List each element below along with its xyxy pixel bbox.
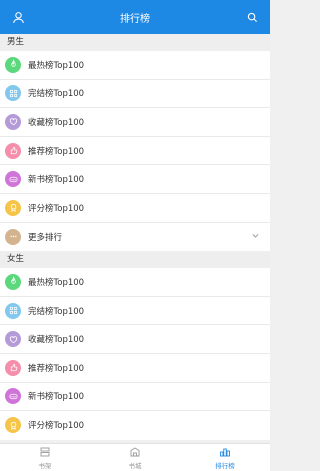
ranking-list-item[interactable]: 推荐榜Top100 [0,353,270,383]
heart-icon [5,331,21,348]
ranking-item-label: 评分榜Top100 [28,203,85,214]
ranking-item-label: 收藏榜Top100 [28,117,85,128]
medal-icon [5,417,21,434]
tab-bookstore[interactable]: 书城 [90,444,180,471]
more-icon [5,228,21,245]
ranking-item-label: 完结榜Top100 [28,89,85,100]
bookshelf-icon [39,446,51,459]
ranking-item-label: 推荐榜Top100 [28,146,85,157]
section-label: 男生 [0,34,270,51]
heart-icon [5,113,21,130]
thumbs-up-icon [5,359,21,376]
ranking-content: 男生最热榜Top100 完结榜Top100 收藏榜Top100 推荐榜Top100 ne… [0,34,270,440]
ranking-list-item[interactable]: new 新书榜Top100 [0,382,270,412]
flame-icon [5,273,21,290]
ranking-list-item[interactable]: 推荐榜Top100 [0,136,270,166]
flame-icon [5,56,21,73]
ranking-list-item[interactable]: 收藏榜Top100 [0,325,270,354]
tab-label: 书架 [38,461,52,470]
ranking-item-label: 最热榜Top100 [28,277,85,288]
ranking-list-item[interactable]: 最热榜Top100 [0,51,270,80]
grid-icon [5,302,21,319]
ranking-list-item[interactable]: 收藏榜Top100 [0,108,270,137]
ranking-list-item[interactable]: 最热榜Top100 [0,268,270,297]
bookstore-icon [129,446,141,459]
ranking-list-item[interactable]: 更多排行 [0,222,270,252]
thumbs-up-icon [5,142,21,159]
ranking-list-item[interactable]: 评分榜Top100 [0,411,270,440]
ranking-item-label: 收藏榜Top100 [28,335,85,346]
ranking-list-item[interactable]: 评分榜Top100 [0,193,270,223]
ranking-list-item[interactable]: 完结榜Top100 [0,79,270,109]
tab-label: 排行榜 [215,461,235,470]
ranking-icon [219,446,231,459]
section-label: 女生 [0,251,270,269]
ranking-list-item[interactable]: new 新书榜Top100 [0,165,270,194]
svg-text:new: new [10,394,16,398]
ranking-item-label: 更多排行 [28,232,63,243]
ranking-item-label: 完结榜Top100 [28,306,85,317]
bottom-tab-bar: 书架 书城 排行榜 [0,443,270,471]
tab-ranking[interactable]: 排行榜 [180,444,270,471]
search-icon[interactable] [243,8,261,26]
new-icon: new [5,171,21,188]
ranking-item-label: 评分榜Top100 [28,421,85,432]
page-title: 排行榜 [120,13,150,25]
ranking-item-label: 新书榜Top100 [28,392,85,403]
grid-icon [5,85,21,102]
tab-label: 书城 [128,461,142,470]
ranking-item-label: 最热榜Top100 [28,60,85,71]
ranking-list: 最热榜Top100 完结榜Top100 收藏榜Top100 推荐榜Top100 new 新… [0,268,270,440]
new-icon: new [5,388,21,405]
svg-text:new: new [10,177,16,181]
medal-icon [5,199,21,216]
user-icon[interactable] [9,8,27,26]
ranking-item-label: 新书榜Top100 [28,175,85,186]
app-header: 排行榜 [0,0,270,34]
tab-bookshelf[interactable]: 书架 [0,444,90,471]
ranking-list: 最热榜Top100 完结榜Top100 收藏榜Top100 推荐榜Top100 new 新… [0,51,270,252]
ranking-list-item[interactable]: 完结榜Top100 [0,296,270,326]
chevron-down-icon[interactable] [251,231,260,243]
ranking-item-label: 推荐榜Top100 [28,363,85,374]
